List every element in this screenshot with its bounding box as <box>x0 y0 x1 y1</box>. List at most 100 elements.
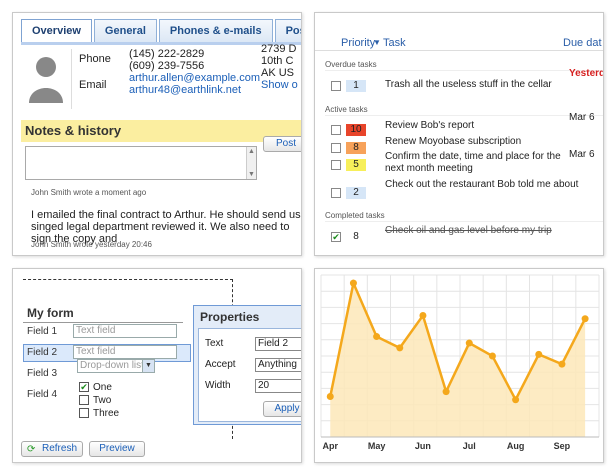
col-due-date[interactable]: Due dat <box>563 37 602 49</box>
task-text: Renew Moyobase subscription <box>385 136 522 147</box>
task-due: Mar 6 <box>569 149 595 160</box>
refresh-button[interactable]: ⟳ Refresh <box>21 441 83 457</box>
email-label: Email <box>79 79 107 91</box>
x-tick-label: Sep <box>554 441 571 451</box>
data-point <box>558 360 566 368</box>
task-checkbox[interactable] <box>331 81 341 91</box>
properties-body: Text Field 2 Accept Anything Width 20 Ap… <box>198 328 301 422</box>
dropdown-placeholder: Drop-down list <box>80 360 144 371</box>
data-point <box>442 388 450 396</box>
field-1-input[interactable]: Text field <box>73 324 177 338</box>
area-chart: Apr May Jun Jul Aug Sep <box>320 274 600 451</box>
field-4-label: Field 4 <box>27 389 58 400</box>
priority-badge: 1 <box>346 80 366 92</box>
chart-panel: Apr May Jun Jul Aug Sep <box>314 268 604 463</box>
tab-postal[interactable]: Postal ad <box>274 19 301 43</box>
completed-section-label: Completed tasks <box>325 211 385 220</box>
prop-text-input[interactable]: Field 2 <box>255 337 301 351</box>
preview-button[interactable]: Preview <box>89 441 145 457</box>
avatar-icon <box>29 57 63 103</box>
data-point <box>465 339 473 347</box>
divider <box>71 49 72 109</box>
task-checkbox[interactable] <box>331 125 341 135</box>
field-2-input[interactable]: Text field <box>73 345 177 359</box>
show-on-map-link[interactable]: Show o <box>261 79 298 91</box>
task-checkbox[interactable] <box>331 188 341 198</box>
dropdown-arrow-icon[interactable]: ▼ <box>142 360 154 372</box>
address-line-2: 10th C <box>261 55 294 67</box>
field-3-dropdown[interactable]: Drop-down list ▼ <box>77 359 155 373</box>
scroll-up-icon[interactable]: ▲ <box>248 148 255 155</box>
contact-tabs: Overview General Phones & e-mails Postal… <box>21 19 301 44</box>
data-point <box>326 393 334 400</box>
email-2-link[interactable]: arthur48@earthlink.net <box>129 84 241 97</box>
x-tick-label: Aug <box>507 441 524 451</box>
data-point <box>581 315 589 323</box>
field-1-label: Field 1 <box>27 326 58 337</box>
checkbox-three[interactable] <box>79 408 89 418</box>
form-title: My form <box>27 306 74 320</box>
data-point <box>349 279 357 287</box>
prop-accept-label: Accept <box>205 359 236 370</box>
col-task[interactable]: Task <box>383 37 406 49</box>
section-divider <box>325 70 603 71</box>
priority-badge: 10 <box>346 124 366 136</box>
data-point <box>419 312 427 319</box>
task-text: Review Bob's report <box>385 120 475 131</box>
area-fill <box>330 283 586 437</box>
data-point <box>512 396 520 404</box>
overdue-section-label: Overdue tasks <box>325 60 377 69</box>
active-section-label: Active tasks <box>325 105 368 114</box>
task-due: Yesterd <box>569 68 604 79</box>
col-priority[interactable]: Priority <box>341 37 375 49</box>
address: 2739 D 10th C AK US Show o <box>261 43 298 91</box>
tab-overview[interactable]: Overview <box>21 19 92 44</box>
task-due: Mar 6 <box>569 112 595 123</box>
field-3-label: Field 3 <box>27 368 58 379</box>
refresh-icon: ⟳ <box>27 444 36 455</box>
tasks-header: Priority ▼ Task Due dat <box>315 35 603 51</box>
notes-scrollbar[interactable]: ▲ ▼ <box>246 147 256 179</box>
address-line-1: 2739 D <box>261 43 297 55</box>
apply-button[interactable]: Apply <box>263 401 301 417</box>
notes-textarea[interactable]: ▲ ▼ <box>25 146 257 180</box>
contact-panel: Overview General Phones & e-mails Postal… <box>12 12 302 256</box>
data-point <box>488 352 496 360</box>
checkbox-one-label: One <box>93 382 112 393</box>
x-tick-label: Jul <box>463 441 476 451</box>
task-checkbox[interactable] <box>331 143 341 153</box>
prop-width-input[interactable]: 20 <box>255 379 301 393</box>
x-tick-label: Apr <box>323 441 339 451</box>
phone-label: Phone <box>79 53 111 65</box>
note-1-meta: John Smith wrote a moment ago <box>31 188 147 197</box>
priority-badge: 5 <box>346 159 366 171</box>
form-panel: My form Field 1 Text field Field 2 Text … <box>12 268 302 463</box>
task-checkbox[interactable] <box>331 160 341 170</box>
properties-title: Properties <box>200 310 260 324</box>
task-text: Check out the restaurant Bob told me abo… <box>385 179 579 190</box>
priority-badge: 8 <box>353 231 359 242</box>
x-tick-label: May <box>368 441 386 451</box>
prop-width-label: Width <box>205 380 231 391</box>
tab-general[interactable]: General <box>93 19 157 43</box>
scroll-down-icon[interactable]: ▼ <box>248 171 255 178</box>
task-text: Trash all the useless stuff in the cella… <box>385 79 552 90</box>
checkbox-two[interactable] <box>79 395 89 405</box>
post-button[interactable]: Post <box>263 136 301 152</box>
tab-phones-emails[interactable]: Phones & e-mails <box>158 19 273 43</box>
task-text: Check oil and gas level before my trip <box>385 225 552 236</box>
checkbox-one[interactable]: ✔ <box>79 382 89 392</box>
data-point <box>396 344 404 352</box>
notes-header: Notes & history <box>21 120 301 142</box>
prop-accept-select[interactable]: Anything <box>255 358 301 372</box>
priority-badge: 2 <box>346 187 366 199</box>
field-2-label: Field 2 <box>27 347 58 358</box>
note-2-meta: John Smith wrote yesterday 20:46 <box>31 240 152 249</box>
form-title-underline <box>23 322 183 323</box>
task-checkbox-checked[interactable]: ✔ <box>331 232 341 242</box>
tab-underline <box>21 42 301 45</box>
tasks-panel: Priority ▼ Task Due dat Overdue tasks 1 … <box>314 12 604 256</box>
properties-window: Properties Text Field 2 Accept Anything … <box>193 305 301 425</box>
sort-down-icon[interactable]: ▼ <box>373 38 381 47</box>
task-text: Confirm the date, time and place for the… <box>385 151 561 174</box>
